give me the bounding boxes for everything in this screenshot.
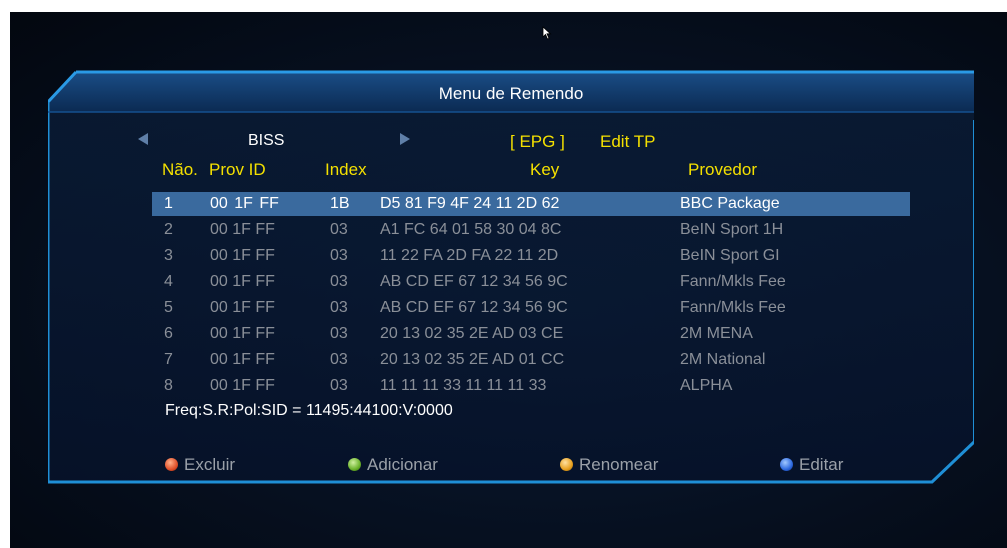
column-no: Não. [162,160,198,179]
table-row[interactable]: 8 00 1F FF 03 11 11 11 33 11 11 11 33 AL… [152,374,910,398]
row-key: A1 FC 64 01 58 30 04 8C [380,221,562,238]
row-provider: 2M MENA [680,325,753,342]
row-number: 7 [164,351,173,368]
row-prov-id: 00 1F FF [210,377,275,394]
table-row[interactable]: 5 00 1F FF 03 AB CD EF 67 12 34 56 9C Fa… [152,296,910,320]
menu-title: Menu de Remendo [438,84,584,103]
row-provider: BeIN Sport 1H [680,221,784,238]
column-key: Key [530,160,560,179]
row-provider: 2M National [680,351,766,368]
epg-tab[interactable]: [ EPG ] [510,132,565,152]
edit-tp-tab[interactable]: Edit TP [600,132,655,152]
column-index: Index [325,160,367,179]
row-prov-id: 00 1F FF [210,351,275,368]
row-index: 03 [330,299,348,316]
row-key: 20 13 02 35 2E AD 01 CC [380,351,565,368]
table-row[interactable]: 4 00 1F FF 03 AB CD EF 67 12 34 56 9C Fa… [152,270,910,294]
row-key: AB CD EF 67 12 34 56 9C [380,273,568,290]
table-row[interactable]: 3 00 1F FF 03 11 22 FA 2D FA 22 11 2D Be… [152,244,910,268]
row-prov-id: 00 1F FF [210,325,275,342]
row-key: 11 22 FA 2D FA 22 11 2D [380,247,559,264]
right-arrow-icon[interactable] [400,133,410,145]
row-index: 03 [330,325,348,342]
row-key: AB CD EF 67 12 34 56 9C [380,299,568,316]
left-arrow-icon[interactable] [138,133,148,145]
row-number: 2 [164,221,173,238]
row-index: 03 [330,221,348,238]
mouse-cursor-icon [542,26,552,40]
row-key: 20 13 02 35 2E AD 03 CE [380,325,564,342]
row-provider: Fann/Mkls Fee [680,299,786,316]
row-index: 03 [330,273,348,290]
row-index: 03 [330,377,348,394]
red-button-icon [165,458,178,471]
tv-screen: Menu de Remendo BISS [ EPG ] Edit TP Não… [10,12,1007,548]
mode-label: BISS [248,132,285,149]
row-prov-id: 00 1F FF [210,195,279,212]
row-index: 03 [330,351,348,368]
table-row[interactable]: 2 00 1F FF 03 A1 FC 64 01 58 30 04 8C Be… [152,218,910,242]
row-provider: Fann/Mkls Fee [680,273,786,290]
row-prov-id: 00 1F FF [210,273,275,290]
yellow-button-icon [560,458,573,471]
column-provider: Provedor [688,160,757,179]
blue-button-icon [780,458,793,471]
row-key: 11 11 11 33 11 11 11 33 [380,377,547,394]
row-provider: ALPHA [680,377,733,394]
row-prov-id: 00 1F FF [210,299,275,316]
row-prov-id: 00 1F FF [210,247,275,264]
row-index: 1B [330,195,350,212]
frequency-info: Freq:S.R:Pol:SID = 11495:44100:V:0000 [165,402,453,419]
row-number: 1 [164,195,173,212]
row-key: D5 81 F9 4F 24 11 2D 62 [380,195,560,212]
patch-menu-panel: Menu de Remendo BISS [ EPG ] Edit TP Não… [48,70,974,490]
row-number: 6 [164,325,173,342]
table-row[interactable]: 1 00 1F FF 1B D5 81 F9 4F 24 11 2D 62 BB… [152,192,910,216]
column-prov-id: Prov ID [209,160,266,179]
green-button-icon [348,458,361,471]
row-number: 4 [164,273,173,290]
row-provider: BBC Package [680,195,780,212]
row-prov-id: 00 1F FF [210,221,275,238]
row-provider: BeIN Sport GI [680,247,780,264]
row-index: 03 [330,247,348,264]
row-number: 8 [164,377,173,394]
table-row[interactable]: 6 00 1F FF 03 20 13 02 35 2E AD 03 CE 2M… [152,322,910,346]
row-number: 5 [164,299,173,316]
row-number: 3 [164,247,173,264]
table-row[interactable]: 7 00 1F FF 03 20 13 02 35 2E AD 01 CC 2M… [152,348,910,372]
